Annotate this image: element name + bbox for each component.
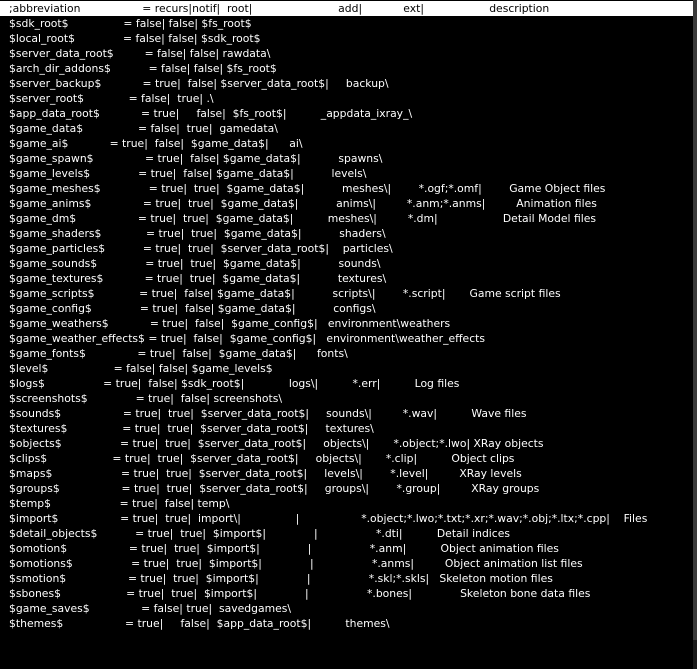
- text-line[interactable]: $game_config$ = true| false| $game_data$…: [9, 301, 693, 316]
- text-line[interactable]: $arch_dir_addons$ = false| false| $fs_ro…: [9, 61, 693, 76]
- text-line[interactable]: $game_fonts$ = true| false| $game_data$|…: [9, 346, 693, 361]
- text-line[interactable]: $server_data_root$ = false| false| rawda…: [9, 46, 693, 61]
- vertical-scrollbar[interactable]: [693, 0, 697, 669]
- text-line[interactable]: $logs$ = true| false| $sdk_root$| logs\|…: [9, 376, 693, 391]
- text-line[interactable]: $maps$ = true| true| $server_data_root$|…: [9, 466, 693, 481]
- text-line[interactable]: $server_root$ = false| true| .\: [9, 91, 693, 106]
- text-line[interactable]: $game_shaders$ = true| true| $game_data$…: [9, 226, 693, 241]
- text-line[interactable]: $smotion$ = true| true| $import$| | *.sk…: [9, 571, 693, 586]
- text-line[interactable]: $game_ai$ = true| false| $game_data$| ai…: [9, 136, 693, 151]
- text-editor[interactable]: ;abbreviation = recurs|notif| root| add|…: [0, 0, 693, 669]
- text-line[interactable]: $textures$ = true| true| $server_data_ro…: [9, 421, 693, 436]
- text-line[interactable]: $sdk_root$ = false| false| $fs_root$: [9, 16, 693, 31]
- text-line[interactable]: $sounds$ = true| true| $server_data_root…: [9, 406, 693, 421]
- text-line[interactable]: $game_sounds$ = true| true| $game_data$|…: [9, 256, 693, 271]
- text-line[interactable]: $local_root$ = false| false| $sdk_root$: [9, 31, 693, 46]
- text-line[interactable]: $themes$ = true| false| $app_data_root$|…: [9, 616, 693, 631]
- text-line[interactable]: $game_meshes$ = true| true| $game_data$|…: [9, 181, 693, 196]
- text-line[interactable]: $temp$ = true| false| temp\: [9, 496, 693, 511]
- text-line[interactable]: $server_backup$ = true| false| $server_d…: [9, 76, 693, 91]
- text-line[interactable]: $level$ = false| false| $game_levels$: [9, 361, 693, 376]
- text-line[interactable]: $detail_objects$ = true| true| $import$|…: [9, 526, 693, 541]
- text-line[interactable]: $app_data_root$ = true| false| $fs_root$…: [9, 106, 693, 121]
- text-line[interactable]: $game_levels$ = true| false| $game_data$…: [9, 166, 693, 181]
- scrollbar-thumb[interactable]: [693, 0, 697, 640]
- text-line[interactable]: $clips$ = true| true| $server_data_root$…: [9, 451, 693, 466]
- text-line[interactable]: $game_weathers$ = true| false| $game_con…: [9, 316, 693, 331]
- text-line[interactable]: $game_anims$ = true| true| $game_data$| …: [9, 196, 693, 211]
- text-line[interactable]: $game_particles$ = true| true| $server_d…: [9, 241, 693, 256]
- text-line[interactable]: $groups$ = true| true| $server_data_root…: [9, 481, 693, 496]
- text-line[interactable]: $import$ = true| true| import\| | *.obje…: [9, 511, 693, 526]
- text-line[interactable]: $game_saves$ = false| true| savedgames\: [9, 601, 693, 616]
- text-line[interactable]: $game_weather_effects$ = true| false| $g…: [9, 331, 693, 346]
- text-line[interactable]: $omotion$ = true| true| $import$| | *.an…: [9, 541, 693, 556]
- text-line[interactable]: $omotions$ = true| true| $import$| | *.a…: [9, 556, 693, 571]
- text-line[interactable]: $screenshots$ = true| false| screenshots…: [9, 391, 693, 406]
- text-line[interactable]: $objects$ = true| true| $server_data_roo…: [9, 436, 693, 451]
- text-line[interactable]: $game_spawn$ = true| false| $game_data$|…: [9, 151, 693, 166]
- text-line[interactable]: $game_textures$ = true| true| $game_data…: [9, 271, 693, 286]
- text-line[interactable]: $game_data$ = false| true| gamedata\: [9, 121, 693, 136]
- text-line-header[interactable]: ;abbreviation = recurs|notif| root| add|…: [0, 1, 693, 16]
- text-line[interactable]: $game_dm$ = true| true| $game_data$| mes…: [9, 211, 693, 226]
- text-line[interactable]: $game_scripts$ = true| false| $game_data…: [9, 286, 693, 301]
- text-line[interactable]: $sbones$ = true| true| $import$| | *.bon…: [9, 586, 693, 601]
